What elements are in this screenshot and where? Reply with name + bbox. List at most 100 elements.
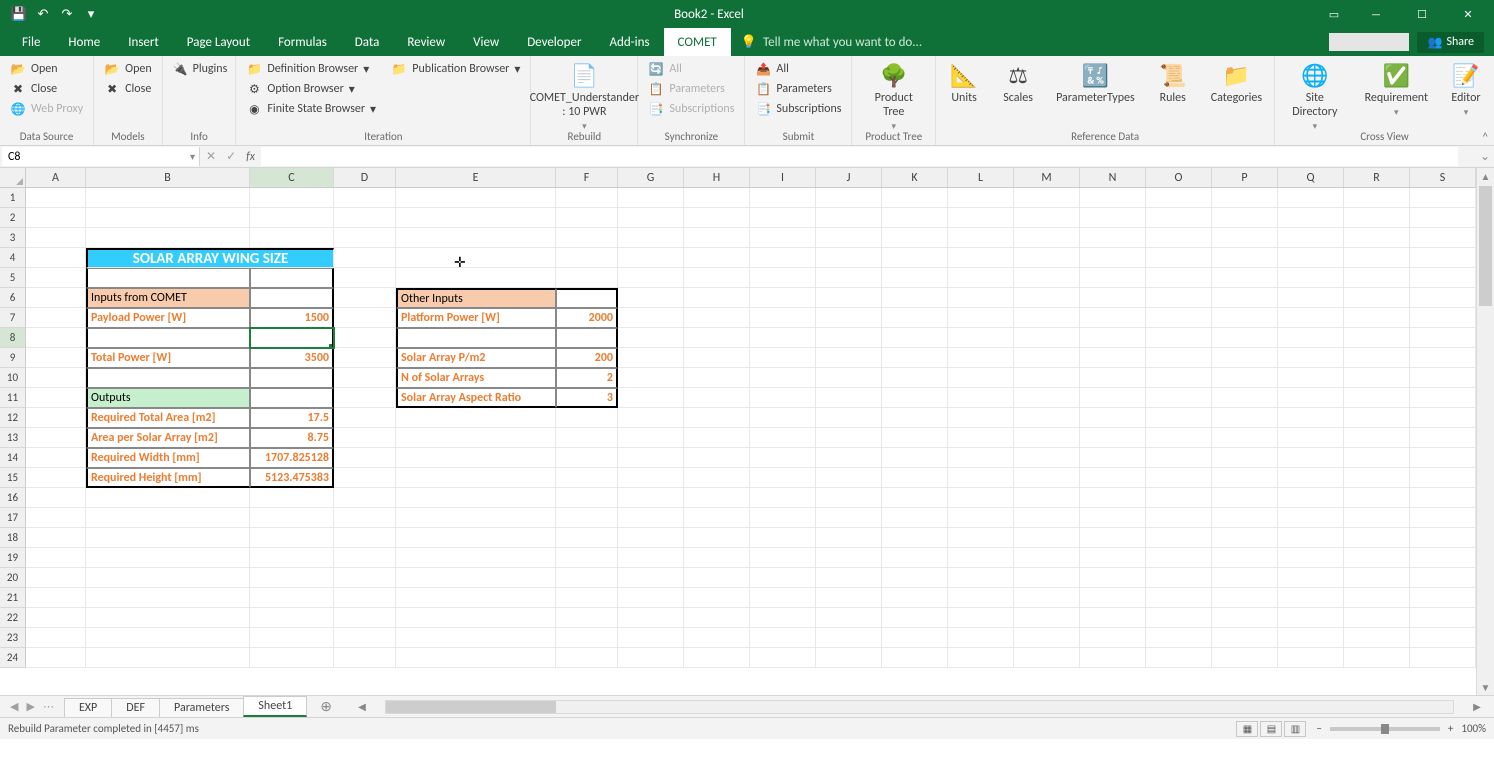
cell-K4[interactable] (882, 248, 948, 268)
accept-formula-button[interactable]: ✓ (226, 149, 236, 164)
cell-J21[interactable] (816, 588, 882, 608)
cell-I10[interactable] (750, 368, 816, 388)
cell-O23[interactable] (1146, 628, 1212, 648)
publication-browser-button[interactable]: 📁Publication Browser ▾ (389, 60, 522, 78)
sheet-tab-sheet1[interactable]: Sheet1 (243, 696, 307, 717)
column-header-F[interactable]: F (556, 168, 618, 187)
cell-R13[interactable] (1344, 428, 1410, 448)
spreadsheet-grid[interactable]: ABCDEFGHIJKLMNOPQRS 12345678910111213141… (0, 168, 1494, 696)
row-header-7[interactable]: 7 (0, 308, 26, 328)
cell-S20[interactable] (1410, 568, 1476, 588)
models-open-button[interactable]: 📂Open (102, 60, 154, 78)
cell-Q1[interactable] (1278, 188, 1344, 208)
cell-N1[interactable] (1080, 188, 1146, 208)
undo-button[interactable]: ↶ (32, 3, 54, 25)
cell-E21[interactable] (396, 588, 556, 608)
cell-A20[interactable] (26, 568, 86, 588)
cell-M2[interactable] (1014, 208, 1080, 228)
cell-M23[interactable] (1014, 628, 1080, 648)
cell-J12[interactable] (816, 408, 882, 428)
cell-Q19[interactable] (1278, 548, 1344, 568)
cell-D6[interactable] (334, 288, 396, 308)
cell-O3[interactable] (1146, 228, 1212, 248)
cell-D13[interactable] (334, 428, 396, 448)
column-header-G[interactable]: G (618, 168, 684, 187)
cell-M1[interactable] (1014, 188, 1080, 208)
cell-K24[interactable] (882, 648, 948, 668)
cell-F4[interactable] (556, 248, 618, 268)
cell-N17[interactable] (1080, 508, 1146, 528)
cell-R11[interactable] (1344, 388, 1410, 408)
tell-me-search[interactable]: 💡 Tell me what you want to do... (741, 28, 922, 56)
cell-I3[interactable] (750, 228, 816, 248)
cell-K13[interactable] (882, 428, 948, 448)
cell-N12[interactable] (1080, 408, 1146, 428)
cell-O15[interactable] (1146, 468, 1212, 488)
cell-H22[interactable] (684, 608, 750, 628)
cell-P7[interactable] (1212, 308, 1278, 328)
cell-Q17[interactable] (1278, 508, 1344, 528)
cell-R5[interactable] (1344, 268, 1410, 288)
row-header-6[interactable]: 6 (0, 288, 26, 308)
scroll-up-button[interactable]: ▲ (1477, 168, 1494, 184)
cell-C11[interactable] (250, 388, 334, 408)
cell-B4[interactable]: SOLAR ARRAY WING SIZE (86, 248, 334, 268)
cell-D12[interactable] (334, 408, 396, 428)
cell-C23[interactable] (250, 628, 334, 648)
cell-B21[interactable] (86, 588, 250, 608)
row-header-16[interactable]: 16 (0, 488, 26, 508)
cell-L12[interactable] (948, 408, 1014, 428)
cell-R15[interactable] (1344, 468, 1410, 488)
cell-G15[interactable] (618, 468, 684, 488)
row-header-10[interactable]: 10 (0, 368, 26, 388)
cell-E22[interactable] (396, 608, 556, 628)
cell-Q5[interactable] (1278, 268, 1344, 288)
cell-S24[interactable] (1410, 648, 1476, 668)
cell-O18[interactable] (1146, 528, 1212, 548)
submit-subs-button[interactable]: 📑Subscriptions (753, 100, 843, 118)
cell-R23[interactable] (1344, 628, 1410, 648)
cell-F21[interactable] (556, 588, 618, 608)
hscroll-left-button[interactable]: ◀ (355, 700, 369, 713)
page-layout-view-button[interactable]: ▤ (1260, 721, 1282, 737)
cell-M3[interactable] (1014, 228, 1080, 248)
cell-R6[interactable] (1344, 288, 1410, 308)
cell-B2[interactable] (86, 208, 250, 228)
cell-O14[interactable] (1146, 448, 1212, 468)
tab-comet[interactable]: COMET (664, 28, 731, 56)
cell-F8[interactable] (556, 328, 618, 348)
cell-D9[interactable] (334, 348, 396, 368)
cell-N4[interactable] (1080, 248, 1146, 268)
cell-M8[interactable] (1014, 328, 1080, 348)
column-header-J[interactable]: J (816, 168, 882, 187)
column-header-R[interactable]: R (1344, 168, 1410, 187)
cell-B24[interactable] (86, 648, 250, 668)
cell-B13[interactable]: Area per Solar Array [m2] (86, 428, 250, 448)
cell-M15[interactable] (1014, 468, 1080, 488)
cell-N21[interactable] (1080, 588, 1146, 608)
cell-K21[interactable] (882, 588, 948, 608)
cell-K7[interactable] (882, 308, 948, 328)
cell-R2[interactable] (1344, 208, 1410, 228)
column-header-B[interactable]: B (86, 168, 250, 187)
cell-K18[interactable] (882, 528, 948, 548)
cell-M24[interactable] (1014, 648, 1080, 668)
cell-I12[interactable] (750, 408, 816, 428)
cell-E3[interactable] (396, 228, 556, 248)
cell-Q22[interactable] (1278, 608, 1344, 628)
cell-G24[interactable] (618, 648, 684, 668)
cell-H6[interactable] (684, 288, 750, 308)
cell-K1[interactable] (882, 188, 948, 208)
user-account-badge[interactable] (1329, 33, 1409, 51)
cell-J4[interactable] (816, 248, 882, 268)
cell-I13[interactable] (750, 428, 816, 448)
cell-L13[interactable] (948, 428, 1014, 448)
cell-I15[interactable] (750, 468, 816, 488)
cell-K16[interactable] (882, 488, 948, 508)
cell-I7[interactable] (750, 308, 816, 328)
cell-C10[interactable] (250, 368, 334, 388)
cell-O9[interactable] (1146, 348, 1212, 368)
cell-Q8[interactable] (1278, 328, 1344, 348)
cell-K15[interactable] (882, 468, 948, 488)
cell-S5[interactable] (1410, 268, 1476, 288)
